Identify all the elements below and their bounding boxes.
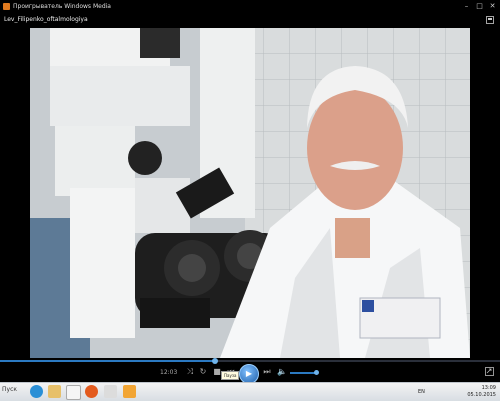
close-button[interactable]: ✕: [487, 1, 498, 11]
minimize-button[interactable]: –: [461, 1, 472, 11]
title-bar: Проигрыватель Windows Media – □ ✕: [0, 0, 500, 13]
taskbar: Пуск EN 13:09 05.10.2015: [0, 382, 500, 401]
video-content-image: [30, 28, 470, 358]
explorer-icon[interactable]: [48, 385, 61, 398]
switch-view-icon[interactable]: [486, 16, 494, 24]
elapsed-time: 12:03: [160, 369, 178, 376]
start-button[interactable]: Пуск: [2, 386, 17, 393]
seek-handle[interactable]: [212, 358, 218, 364]
fullscreen-icon[interactable]: [485, 367, 494, 376]
window-title: Проигрыватель Windows Media: [13, 3, 111, 10]
video-frame[interactable]: [30, 28, 470, 358]
system-clock[interactable]: 13:09 05.10.2015: [467, 385, 496, 399]
file-name: Lev_Filipenko_oftalmologiya: [4, 16, 88, 23]
app-icon-2[interactable]: [123, 385, 136, 398]
volume-handle[interactable]: [314, 370, 319, 375]
mute-icon[interactable]: 🔈: [277, 367, 287, 377]
repeat-icon[interactable]: ↻: [198, 367, 208, 377]
shuffle-icon[interactable]: ⤨: [185, 367, 195, 377]
ie-icon[interactable]: [30, 385, 43, 398]
seek-bar[interactable]: [0, 358, 500, 364]
clock-date: 05.10.2015: [467, 392, 496, 398]
clock-time: 13:09: [481, 385, 496, 391]
app-icon-1[interactable]: [104, 385, 117, 398]
next-button[interactable]: ⏭: [262, 367, 272, 377]
play-button[interactable]: ▶: [239, 364, 259, 384]
firefox-icon[interactable]: [85, 385, 98, 398]
playback-controls: 12:03 ⤨ ↻ ■ ⏮ ▶ Пауза ⏭ 🔈: [0, 358, 500, 384]
media-player-taskbar-icon[interactable]: [66, 385, 81, 400]
pause-tooltip: Пауза: [221, 371, 240, 380]
media-player-icon: [3, 3, 10, 10]
now-playing-bar: Lev_Filipenko_oftalmologiya: [0, 13, 500, 27]
volume-slider[interactable]: [290, 372, 317, 374]
maximize-button[interactable]: □: [474, 1, 485, 11]
language-indicator[interactable]: EN: [418, 389, 425, 395]
seek-progress: [0, 360, 215, 362]
